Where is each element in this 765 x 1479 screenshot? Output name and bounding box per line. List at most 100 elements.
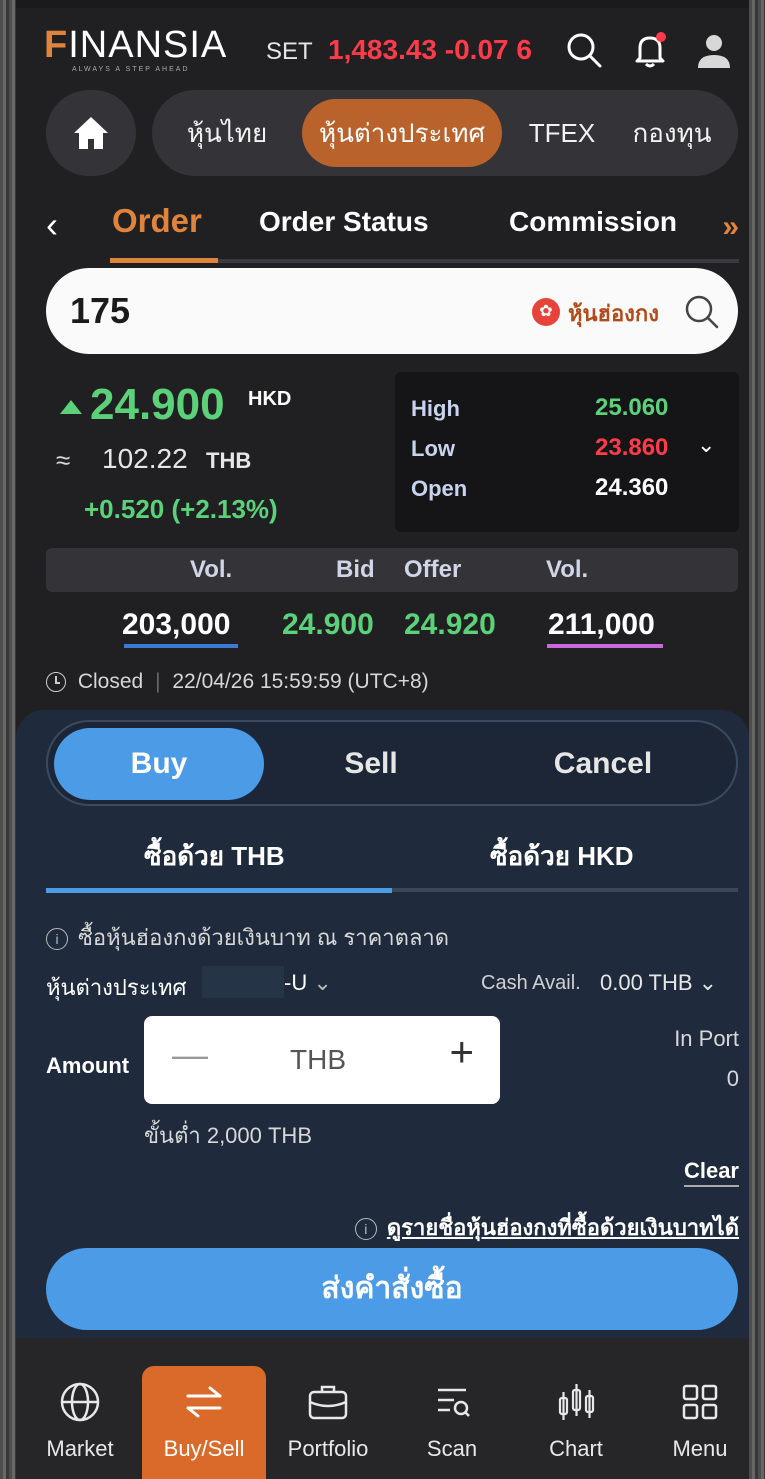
bid-price[interactable]: 24.900 [282, 608, 374, 642]
offer-volume[interactable]: 211,000 [548, 608, 655, 642]
high-value: 25.060 [595, 394, 669, 421]
hk-stock-list-link[interactable]: i ดูรายชื่อหุ้นฮ่องกงที่ซื้อด้วยเงินบาทได… [354, 1210, 739, 1245]
search-icon[interactable] [564, 30, 604, 70]
grid-icon [638, 1380, 749, 1424]
search-icon[interactable] [682, 292, 722, 332]
in-port-value: 0 [726, 1066, 739, 1091]
high-low-open-panel: High 25.060 Low 23.860 ⌄ Open 24.360 [395, 372, 739, 532]
brand-logo: FINANSIA ALWAYS A STEP AHEAD [44, 24, 228, 73]
status-state: Closed [77, 670, 144, 693]
background-edge-left [0, 0, 16, 1479]
cancel-button[interactable]: Cancel [488, 728, 718, 800]
briefcase-icon [266, 1380, 390, 1424]
currency-tab-indicator [46, 888, 392, 893]
back-chevron-icon[interactable]: ‹ [46, 204, 58, 246]
offer-vol-header: Vol. [546, 556, 589, 583]
nav-menu[interactable]: Menu [638, 1366, 749, 1479]
tab-buy-with-thb[interactable]: ซื้อด้วย THB [144, 836, 285, 877]
hong-kong-flag-icon: ✿ [532, 298, 560, 326]
high-label: High [411, 396, 460, 421]
account-selector[interactable]: -U ⌄ [284, 970, 332, 996]
thb-price: 102.22 [102, 443, 188, 474]
status-timestamp: 22/04/26 15:59:59 (UTC+8) [172, 670, 429, 693]
amount-input[interactable]: THB [290, 1044, 346, 1076]
offer-header: Offer [404, 556, 462, 583]
symbol-search[interactable]: 175 ✿ หุ้นฮ่องกง [46, 268, 738, 354]
scan-icon [390, 1380, 514, 1424]
bell-icon[interactable] [630, 30, 670, 70]
notification-dot [656, 32, 666, 42]
active-tab-indicator [110, 258, 218, 263]
info-message: i ซื้อหุ้นฮ่องกงด้วยเงินบาท ณ ราคาตลาด [46, 920, 449, 955]
amount-stepper[interactable]: — THB + [144, 1016, 500, 1104]
price-currency: HKD [248, 388, 292, 410]
cash-available-label: Cash Avail. [481, 972, 581, 994]
info-icon: i [46, 928, 68, 951]
account-label[interactable]: หุ้นต่างประเทศ [46, 970, 187, 1005]
clear-button[interactable]: Clear [683, 1158, 739, 1187]
in-port-label: In Port [674, 1026, 739, 1051]
sell-button[interactable]: Sell [266, 728, 476, 800]
app-screen: FINANSIA ALWAYS A STEP AHEAD SET 1,483.4… [16, 8, 749, 1479]
home-icon [74, 117, 108, 149]
globe-icon [18, 1380, 142, 1424]
nav-buy-sell[interactable]: Buy/Sell [142, 1366, 266, 1479]
up-triangle-icon [60, 400, 82, 415]
bid-offer-header: Vol. Bid Offer Vol. [46, 548, 738, 592]
clock-icon [46, 672, 66, 693]
nav-funds[interactable]: กองทุน [622, 90, 722, 176]
bid-header: Bid [336, 556, 375, 583]
header: FINANSIA ALWAYS A STEP AHEAD SET 1,483.4… [16, 8, 749, 86]
offer-volume-bar [547, 644, 663, 648]
side-selector: Buy Sell Cancel [46, 720, 738, 806]
submit-order-button[interactable]: ส่งคำสั่งซื้อ [46, 1248, 738, 1330]
background-edge-right [749, 0, 765, 1479]
nav-foreign-stocks[interactable]: หุ้นต่างประเทศ [302, 99, 502, 167]
market-nav-pill: หุ้นไทย หุ้นต่างประเทศ TFEX กองทุน [152, 90, 738, 176]
bid-volume[interactable]: 203,000 [122, 608, 230, 642]
increment-button[interactable]: + [449, 1028, 474, 1076]
nav-market[interactable]: Market [18, 1366, 142, 1479]
bid-vol-header: Vol. [190, 556, 233, 583]
account-number-masked [202, 966, 284, 998]
thb-currency: THB [206, 448, 252, 473]
market-status: Closed | 22/04/26 15:59:59 (UTC+8) [46, 670, 429, 694]
open-label: Open [411, 476, 468, 501]
tab-buy-with-hkd[interactable]: ซื้อด้วย HKD [490, 836, 634, 877]
cash-available-value[interactable]: 0.00 THB ⌄ [600, 970, 717, 996]
nav-thai-stocks[interactable]: หุ้นไทย [172, 90, 282, 176]
nav-scan[interactable]: Scan [390, 1366, 514, 1479]
info-icon: i [354, 1218, 377, 1241]
expand-chevron-icon[interactable]: ⌄ [697, 432, 715, 458]
tab-order[interactable]: Order [112, 202, 202, 240]
symbol-input[interactable]: 175 [70, 290, 130, 332]
low-label: Low [411, 436, 455, 461]
amount-label: Amount [46, 1053, 130, 1078]
decrement-button[interactable]: — [172, 1034, 208, 1076]
bottom-nav: Market Buy/Sell Portfolio Scan Chart Men… [16, 1338, 749, 1479]
swap-icon [142, 1380, 266, 1424]
offer-price[interactable]: 24.920 [404, 608, 496, 642]
nav-tfex[interactable]: TFEX [516, 90, 608, 176]
approx-symbol: ≈ [56, 445, 71, 475]
candlestick-icon [514, 1380, 638, 1424]
buy-button[interactable]: Buy [54, 728, 264, 800]
user-icon[interactable] [694, 30, 734, 70]
tab-commission[interactable]: Commission [509, 206, 677, 238]
more-tabs-icon[interactable]: » [722, 210, 739, 244]
open-value: 24.360 [595, 474, 669, 501]
last-price: 24.900 [58, 380, 225, 430]
brand-tagline: ALWAYS A STEP AHEAD [72, 66, 190, 73]
low-value: 23.860 [595, 434, 669, 461]
chevron-down-icon: ⌄ [698, 970, 718, 995]
trade-panel: Buy Sell Cancel ซื้อด้วย THB ซื้อด้วย HK… [16, 710, 749, 1338]
minimum-amount: ขั้นต่ำ 2,000 THB [144, 1123, 312, 1148]
nav-portfolio[interactable]: Portfolio [266, 1366, 390, 1479]
tab-order-status[interactable]: Order Status [259, 206, 429, 238]
sub-tabs: ‹ Order Order Status Commission » [16, 194, 749, 264]
chevron-down-icon: ⌄ [313, 970, 332, 995]
home-button[interactable] [46, 90, 136, 176]
nav-chart[interactable]: Chart [514, 1366, 638, 1479]
main-nav: หุ้นไทย หุ้นต่างประเทศ TFEX กองทุน [16, 90, 749, 176]
index-label: SET [266, 38, 313, 65]
